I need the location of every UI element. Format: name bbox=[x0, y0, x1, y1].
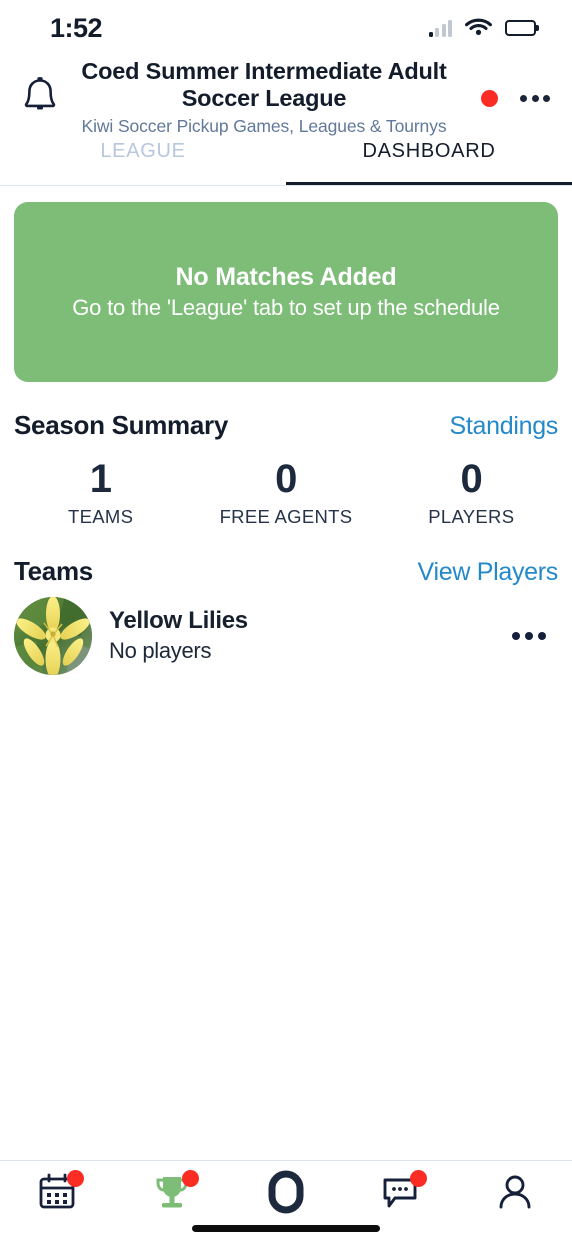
stat-players: 0 PLAYERS bbox=[379, 459, 564, 528]
header-actions bbox=[456, 89, 564, 107]
bottom-navigation-bar bbox=[0, 1160, 572, 1250]
home-indicator-bar bbox=[192, 1225, 380, 1232]
page-subtitle: Kiwi Soccer Pickup Games, Leagues & Tour… bbox=[81, 115, 447, 136]
nav-item-schedule[interactable] bbox=[0, 1161, 114, 1250]
teams-title: Teams bbox=[14, 555, 93, 586]
more-horizontal-icon[interactable] bbox=[520, 94, 550, 102]
banner-subtitle: Go to the 'League' tab to set up the sch… bbox=[72, 294, 500, 320]
no-matches-banner[interactable]: No Matches Added Go to the 'League' tab … bbox=[14, 201, 558, 382]
standings-link[interactable]: Standings bbox=[450, 412, 559, 441]
tab-dashboard[interactable]: DASHBOARD bbox=[286, 139, 572, 185]
logo-o-icon bbox=[263, 1169, 309, 1220]
stat-teams: 1 TEAMS bbox=[8, 459, 193, 528]
stat-value: 0 bbox=[275, 456, 297, 501]
person-icon bbox=[494, 1171, 536, 1218]
tab-bar: LEAGUE DASHBOARD bbox=[0, 139, 572, 185]
season-summary-stats: 1 TEAMS 0 FREE AGENTS 0 PLAYERS bbox=[0, 459, 572, 528]
cellular-signal-icon bbox=[428, 19, 452, 37]
table-row[interactable]: Yellow Lilies No players bbox=[0, 587, 572, 675]
nav-item-home-logo[interactable] bbox=[229, 1161, 343, 1250]
dashboard-content: No Matches Added Go to the 'League' tab … bbox=[0, 186, 572, 1160]
banner-title: No Matches Added bbox=[175, 262, 397, 291]
nav-badge bbox=[67, 1169, 85, 1187]
stat-value: 1 bbox=[89, 456, 112, 501]
tab-league[interactable]: LEAGUE bbox=[0, 139, 286, 185]
header-row: Coed Summer Intermediate Adult Soccer Le… bbox=[0, 58, 572, 139]
view-players-link[interactable]: View Players bbox=[418, 558, 559, 587]
nav-item-messages[interactable] bbox=[343, 1161, 457, 1250]
stat-value: 0 bbox=[460, 456, 483, 501]
nav-item-leagues[interactable] bbox=[114, 1161, 228, 1250]
nav-badge bbox=[181, 1169, 199, 1187]
season-summary-title: Season Summary bbox=[14, 409, 229, 440]
stat-free-agents: 0 FREE AGENTS bbox=[193, 459, 378, 528]
bell-icon bbox=[20, 74, 60, 123]
app-header: Coed Summer Intermediate Adult Soccer Le… bbox=[0, 56, 572, 186]
teams-header: Teams View Players bbox=[0, 556, 572, 587]
battery-icon bbox=[505, 20, 536, 36]
stat-label: TEAMS bbox=[68, 505, 134, 527]
status-bar-icons bbox=[428, 16, 536, 41]
wifi-icon bbox=[465, 16, 492, 41]
red-notification-dot bbox=[481, 89, 498, 107]
header-title-block: Coed Summer Intermediate Adult Soccer Le… bbox=[72, 58, 456, 139]
nav-item-profile[interactable] bbox=[458, 1161, 572, 1250]
active-tab-underline bbox=[286, 181, 572, 185]
notifications-button[interactable] bbox=[8, 74, 72, 123]
page-title: Coed Summer Intermediate Adult Soccer Le… bbox=[81, 58, 447, 112]
season-summary-header: Season Summary Standings bbox=[0, 410, 572, 441]
team-info: Yellow Lilies No players bbox=[92, 607, 512, 664]
team-name: Yellow Lilies bbox=[109, 606, 248, 634]
status-bar-time: 1:52 bbox=[50, 12, 103, 43]
status-bar: 1:52 bbox=[0, 0, 572, 56]
nav-badge bbox=[410, 1169, 428, 1187]
stat-label: FREE AGENTS bbox=[219, 505, 353, 527]
stat-label: PLAYERS bbox=[428, 505, 515, 527]
team-player-count: No players bbox=[109, 637, 212, 663]
yellow-lily-flower-photo bbox=[14, 596, 92, 675]
more-horizontal-icon[interactable] bbox=[512, 631, 558, 640]
app-screen: 1:52 Coed Summer Intermediate Adult Socc… bbox=[0, 0, 572, 1250]
